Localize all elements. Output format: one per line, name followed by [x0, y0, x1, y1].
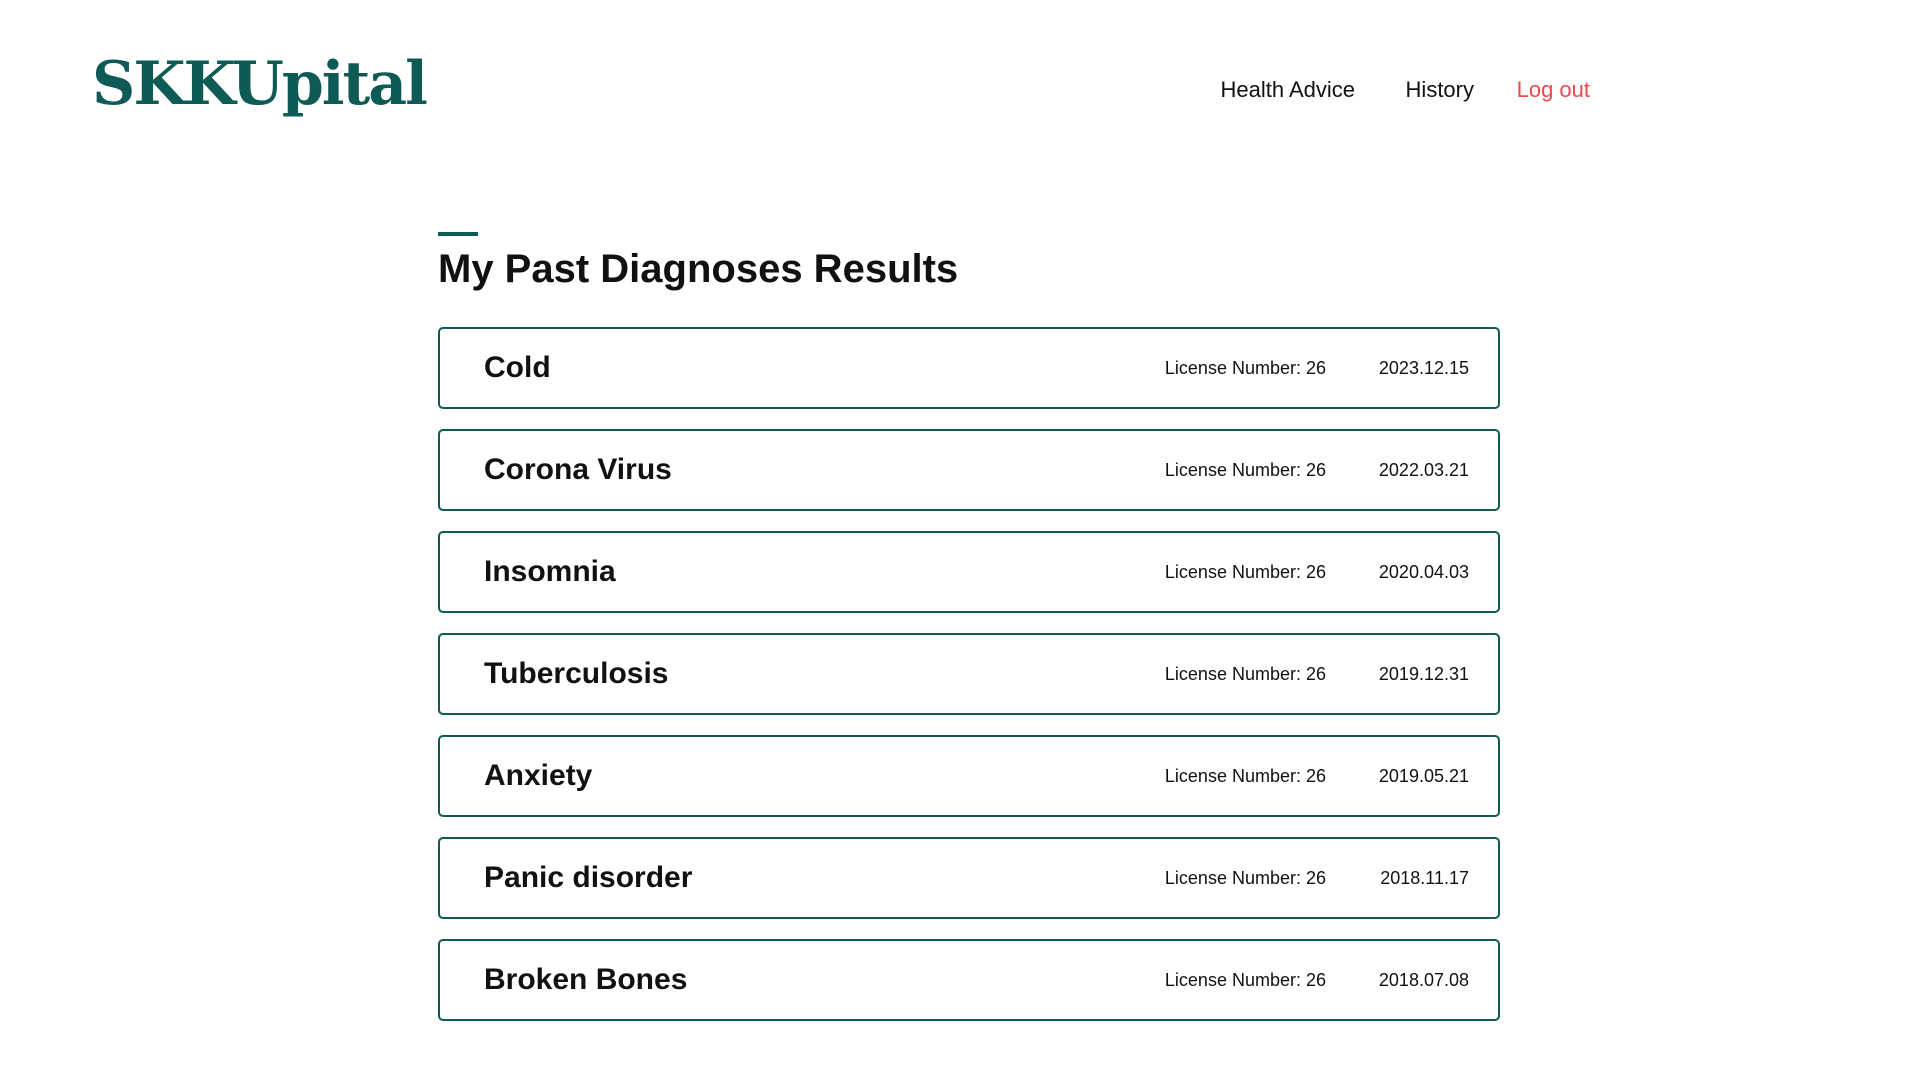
diagnosis-card[interactable]: Insomnia License Number: 26 2020.04.03 [438, 531, 1500, 613]
top-header: SKKUpital Health Advice History Log out [0, 0, 1920, 180]
diagnosis-date: 2022.03.21 [1378, 460, 1469, 480]
diagnosis-date: 2018.07.08 [1378, 970, 1469, 990]
diagnosis-card[interactable]: Broken Bones License Number: 26 2018.07.… [438, 939, 1500, 1021]
license-number: License Number: 26 [1164, 460, 1326, 480]
diagnosis-name: Corona Virus [484, 453, 672, 486]
diagnosis-list: Cold License Number: 26 2023.12.15 Coron… [438, 327, 1500, 1041]
license-number: License Number: 26 [1164, 358, 1326, 378]
diagnosis-name: Panic disorder [484, 861, 693, 894]
diagnosis-name: Tuberculosis [484, 657, 669, 690]
diagnosis-date: 2019.05.21 [1378, 766, 1469, 786]
diagnosis-name: Insomnia [484, 555, 616, 588]
diagnosis-card[interactable]: Tuberculosis License Number: 26 2019.12.… [438, 633, 1500, 715]
diagnosis-name: Broken Bones [484, 963, 688, 996]
nav-health-advice[interactable]: Health Advice [1220, 70, 1355, 110]
nav-history[interactable]: History [1406, 70, 1474, 110]
diagnosis-date: 2023.12.15 [1378, 358, 1469, 378]
diagnosis-card[interactable]: Cold License Number: 26 2023.12.15 [438, 327, 1500, 409]
license-number: License Number: 26 [1164, 868, 1326, 888]
diagnosis-card[interactable]: Panic disorder License Number: 26 2018.1… [438, 837, 1500, 919]
diagnosis-name: Cold [484, 351, 551, 384]
diagnosis-card[interactable]: Anxiety License Number: 26 2019.05.21 [438, 735, 1500, 817]
site-logo[interactable]: SKKUpital [92, 44, 428, 124]
license-number: License Number: 26 [1164, 970, 1326, 990]
license-number: License Number: 26 [1164, 766, 1326, 786]
page-title-section: My Past Diagnoses Results [438, 232, 958, 294]
license-number: License Number: 26 [1164, 664, 1326, 684]
license-number: License Number: 26 [1164, 562, 1326, 582]
title-accent-bar [438, 232, 478, 236]
diagnosis-date: 2018.11.17 [1380, 868, 1469, 888]
logout-link[interactable]: Log out [1517, 70, 1590, 110]
diagnosis-date: 2019.12.31 [1378, 664, 1469, 684]
diagnosis-date: 2020.04.03 [1378, 562, 1469, 582]
page-title: My Past Diagnoses Results [438, 247, 959, 291]
diagnosis-name: Anxiety [484, 759, 593, 792]
diagnosis-card[interactable]: Corona Virus License Number: 26 2022.03.… [438, 429, 1500, 511]
